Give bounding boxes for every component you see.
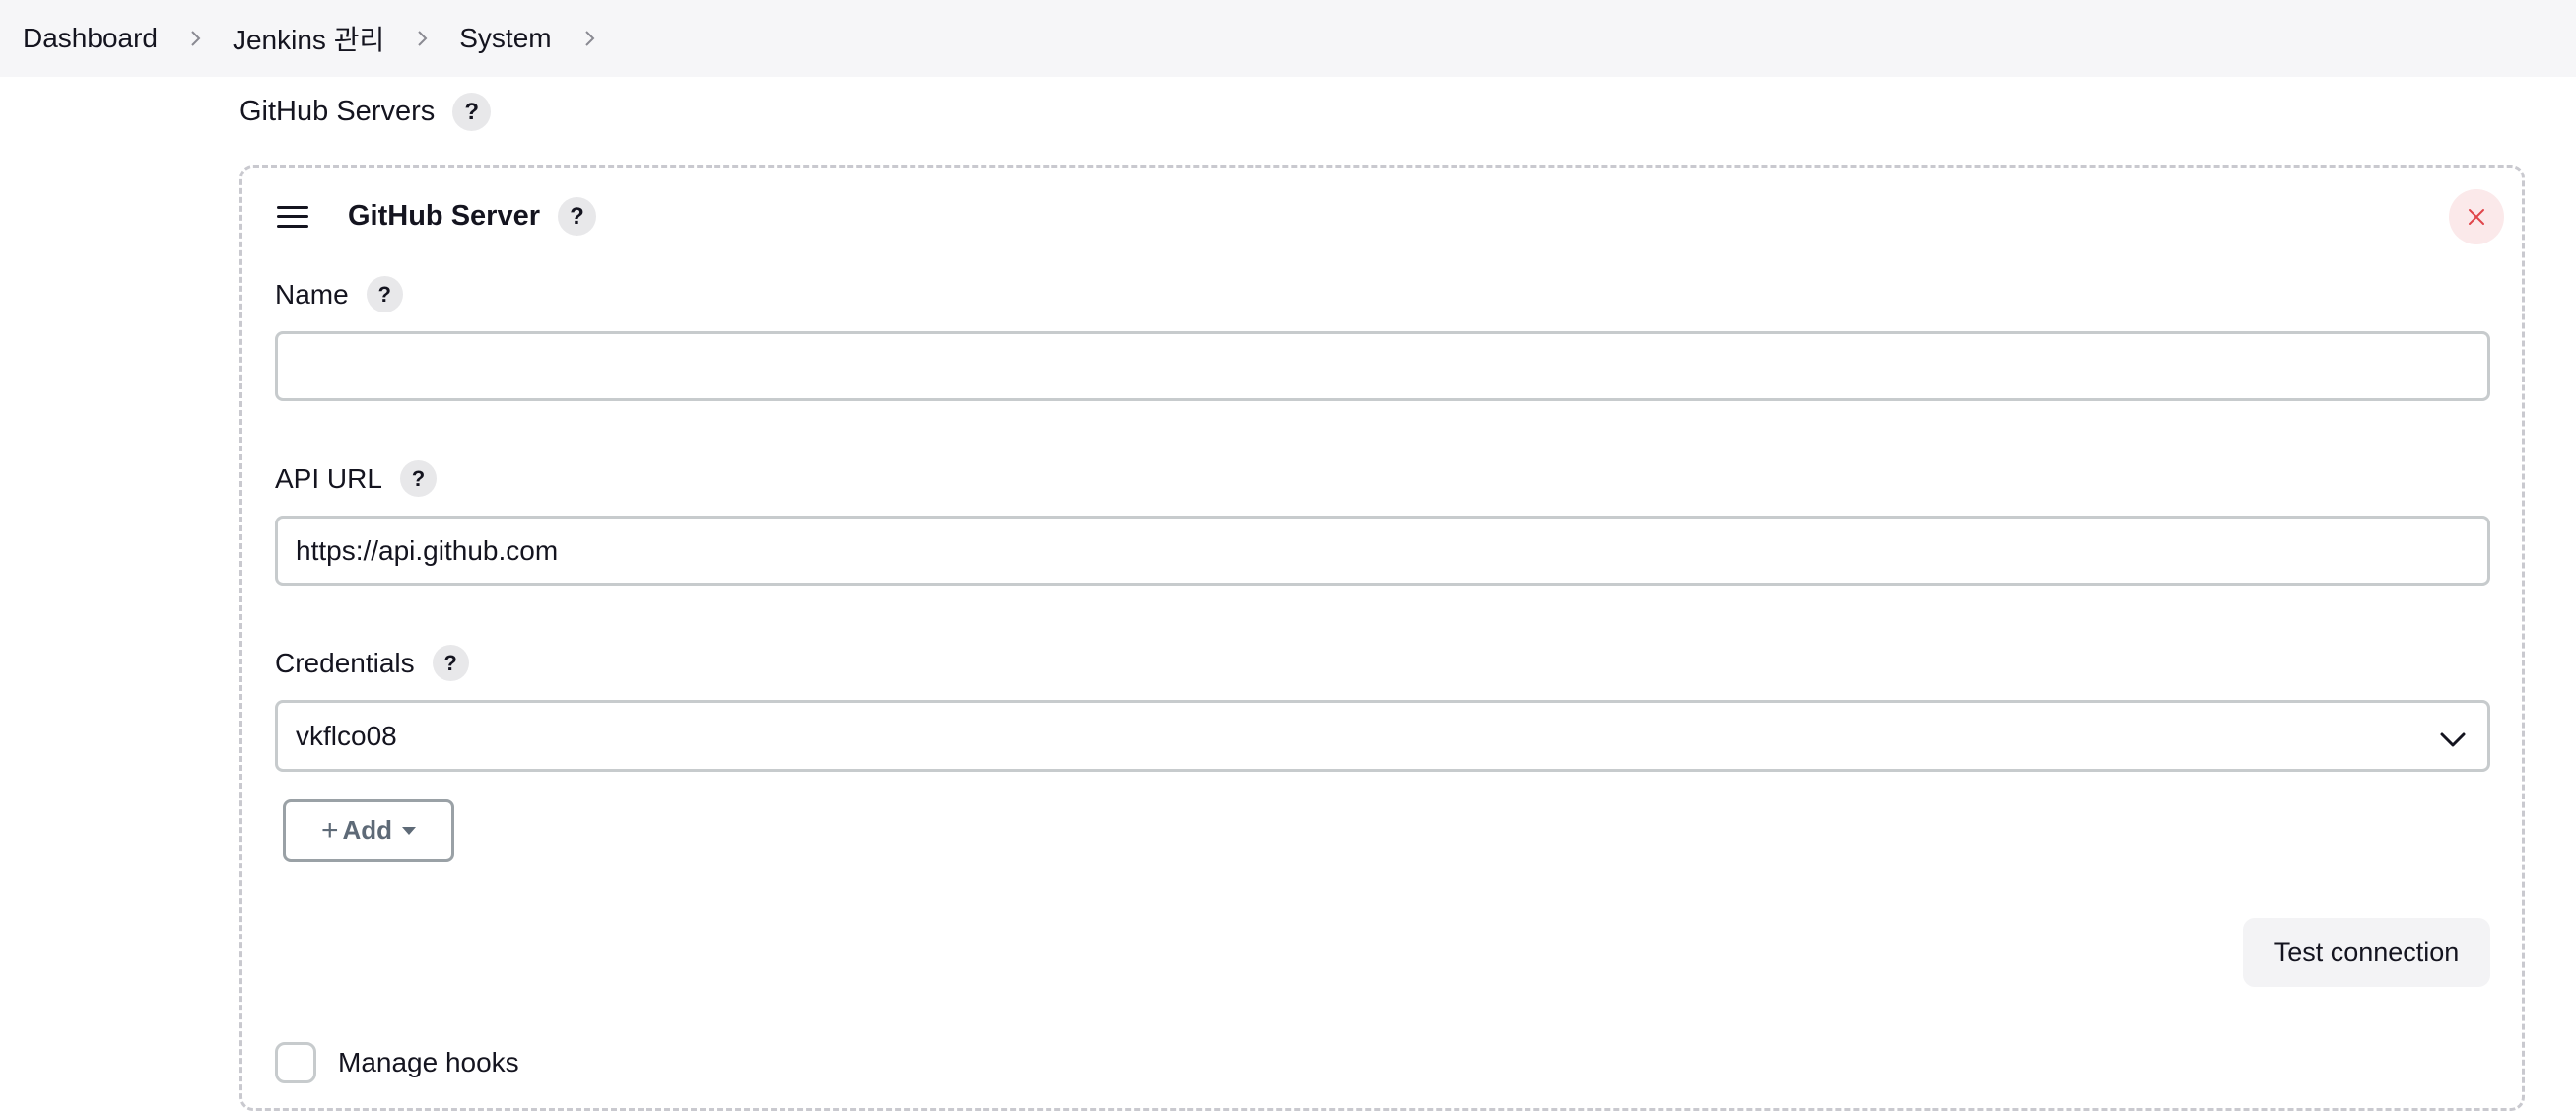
- chevron-right-icon[interactable]: [577, 27, 601, 50]
- breadcrumb-system[interactable]: System: [459, 23, 551, 54]
- close-icon: [2469, 209, 2484, 225]
- card-title: GitHub Server: [348, 200, 540, 232]
- credentials-selected-value: vkflco08: [296, 720, 397, 751]
- card-header: GitHub Server ?: [277, 197, 596, 236]
- chevron-down-icon: [2440, 732, 2466, 747]
- credentials-select[interactable]: vkflco08: [275, 700, 2490, 772]
- github-server-card: GitHub Server ? Name ? API URL ? Credent…: [239, 165, 2525, 1111]
- api-url-field-label: API URL ?: [275, 460, 437, 497]
- breadcrumb-dashboard[interactable]: Dashboard: [23, 23, 158, 54]
- credentials-label-text: Credentials: [275, 647, 415, 678]
- help-icon[interactable]: ?: [432, 645, 469, 681]
- help-icon[interactable]: ?: [366, 276, 403, 312]
- name-input[interactable]: [275, 331, 2490, 401]
- help-icon[interactable]: ?: [399, 460, 437, 497]
- manage-hooks-row: Manage hooks: [275, 1042, 519, 1083]
- manage-hooks-checkbox[interactable]: [275, 1042, 316, 1083]
- breadcrumb: Dashboard Jenkins 관리 System: [0, 0, 2576, 77]
- breadcrumb-jenkins-manage[interactable]: Jenkins 관리: [233, 19, 384, 58]
- add-credentials-button[interactable]: + Add: [283, 799, 454, 862]
- plus-icon: +: [320, 813, 339, 847]
- section-title: GitHub Servers ?: [239, 93, 492, 131]
- drag-handle-icon[interactable]: [277, 205, 308, 228]
- api-url-input[interactable]: [275, 516, 2490, 586]
- caret-down-icon: [402, 826, 417, 835]
- add-button-label: Add: [342, 815, 393, 845]
- help-icon[interactable]: ?: [558, 197, 596, 236]
- chevron-right-icon[interactable]: [183, 27, 207, 50]
- manage-hooks-label[interactable]: Manage hooks: [338, 1047, 519, 1078]
- name-label-text: Name: [275, 278, 349, 310]
- test-connection-button[interactable]: Test connection: [2243, 918, 2490, 987]
- api-url-label-text: API URL: [275, 462, 382, 494]
- credentials-field-label: Credentials ?: [275, 645, 469, 681]
- delete-server-button[interactable]: [2449, 189, 2504, 244]
- help-icon[interactable]: ?: [452, 93, 492, 131]
- chevron-right-icon[interactable]: [410, 27, 434, 50]
- section-title-text: GitHub Servers: [239, 96, 436, 127]
- name-field-label: Name ?: [275, 276, 403, 312]
